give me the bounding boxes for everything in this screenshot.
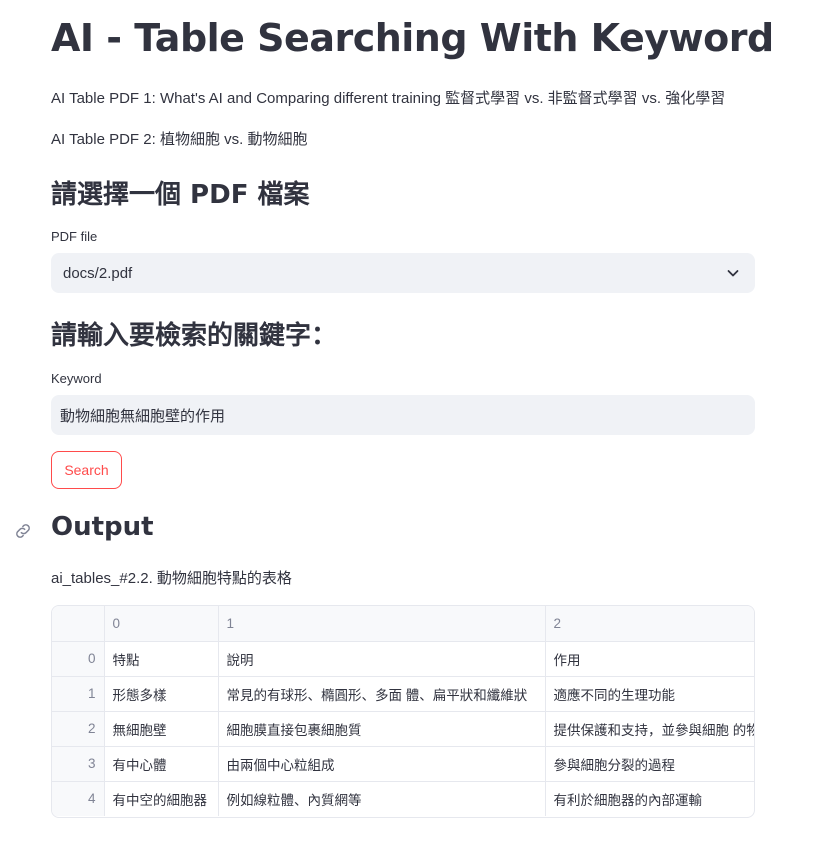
keyword-input[interactable] (51, 395, 755, 435)
output-table[interactable]: 0 1 2 0 特點 說明 作用 1 形態多樣 常見的有球形、橢圓形、多面 體、… (51, 605, 755, 818)
table-row: 2 無細胞壁 細胞膜直接包裹細胞質 提供保護和支持，並參與細胞 的物 (52, 711, 754, 747)
row-index: 3 (52, 746, 105, 782)
keyword-section-heading: 請輸入要檢索的關鍵字： (51, 321, 338, 351)
column-header[interactable]: 2 (545, 606, 754, 642)
table-cell[interactable]: 提供保護和支持，並參與細胞 的物 (545, 711, 754, 747)
table-cell[interactable]: 有利於細胞器的內部運輸 (545, 781, 754, 816)
row-index: 4 (52, 781, 105, 816)
table-cell[interactable]: 無細胞壁 (104, 711, 219, 747)
column-header[interactable]: 0 (104, 606, 219, 642)
output-caption: ai_tables_#2.2. 動物細胞特點的表格 (51, 570, 292, 587)
index-header[interactable] (52, 606, 105, 642)
table-cell[interactable]: 例如線粒體、內質網等 (218, 781, 546, 816)
pdf-file-select[interactable]: docs/2.pdf (51, 253, 755, 293)
table-cell[interactable]: 形態多樣 (104, 676, 219, 712)
keyword-label: Keyword (51, 371, 102, 386)
table-row: 4 有中空的細胞器 例如線粒體、內質網等 有利於細胞器的內部運輸 (52, 781, 754, 816)
table-cell[interactable]: 參與細胞分裂的過程 (545, 746, 754, 782)
table-cell[interactable]: 有中心體 (104, 746, 219, 782)
table-row: 1 形態多樣 常見的有球形、橢圓形、多面 體、扁平狀和纖維狀 適應不同的生理功能 (52, 676, 754, 712)
column-header[interactable]: 1 (218, 606, 546, 642)
table-cell[interactable]: 有中空的細胞器 (104, 781, 219, 816)
pdf-section-heading: 請選擇一個 PDF 檔案 (51, 180, 310, 210)
description-pdf1: AI Table PDF 1: What's AI and Comparing … (51, 90, 726, 107)
search-button[interactable]: Search (51, 451, 122, 489)
table-cell[interactable]: 常見的有球形、橢圓形、多面 體、扁平狀和纖維狀 (218, 676, 546, 712)
table-cell[interactable]: 作用 (545, 641, 754, 677)
table-cell[interactable]: 由兩個中心粒組成 (218, 746, 546, 782)
table-row: 0 特點 說明 作用 (52, 641, 754, 677)
page-title: AI - Table Searching With Keyword (51, 16, 774, 60)
table-row: 3 有中心體 由兩個中心粒組成 參與細胞分裂的過程 (52, 746, 754, 782)
row-index: 0 (52, 641, 105, 677)
row-index: 1 (52, 676, 105, 712)
description-pdf2: AI Table PDF 2: 植物細胞 vs. 動物細胞 (51, 131, 308, 148)
chevron-down-icon[interactable] (725, 265, 741, 281)
output-heading: Output (51, 512, 154, 542)
pdf-file-label: PDF file (51, 229, 98, 244)
table-cell[interactable]: 特點 (104, 641, 219, 677)
table-cell[interactable]: 細胞膜直接包裹細胞質 (218, 711, 546, 747)
row-index: 2 (52, 711, 105, 747)
table-cell[interactable]: 適應不同的生理功能 (545, 676, 754, 712)
table-cell[interactable]: 說明 (218, 641, 546, 677)
pdf-file-selected-value: docs/2.pdf (63, 264, 133, 282)
table-header-row: 0 1 2 (52, 606, 754, 642)
link-icon[interactable] (13, 521, 33, 541)
